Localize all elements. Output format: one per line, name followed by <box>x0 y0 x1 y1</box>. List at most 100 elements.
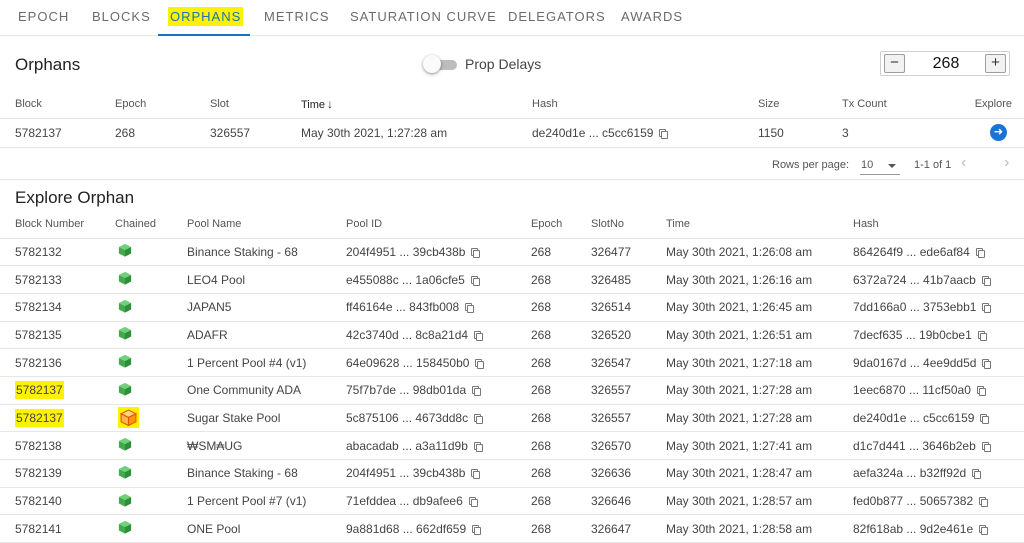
cell-chained <box>115 431 187 460</box>
explore-row[interactable]: 5782136 1 Percent Pool #4 (v1) 64e09628 ..… <box>0 348 1024 377</box>
block-number-text[interactable]: 5782139 <box>15 466 62 480</box>
cell-slotno: 326570 <box>591 431 666 460</box>
arrow-right-circle-icon[interactable]: ➜ <box>990 124 1007 141</box>
explore-row[interactable]: 5782134 JAPAN5 ff46164e ... 843fb008 268 326… <box>0 293 1024 322</box>
col-block-number[interactable]: Block Number <box>0 210 115 239</box>
cell-hash: 9da0167d ... 4ee9dd5d <box>853 348 1024 377</box>
explore-row[interactable]: 5782133 LEO4 Pool e455088c ... 1a06cfe5 268… <box>0 265 1024 294</box>
cell-slot: 326557 <box>210 118 301 148</box>
block-number-text[interactable]: 5782136 <box>15 356 62 370</box>
explore-row[interactable]: 5782140 1 Percent Pool #7 (v1) 71efddea ..… <box>0 487 1024 516</box>
block-number-text[interactable]: 5782140 <box>15 494 62 508</box>
block-number-text[interactable]: 5782137 <box>15 381 64 400</box>
hash-text: 6372a724 ... 41b7aacb <box>853 272 976 287</box>
cell-hash: 6372a724 ... 41b7aacb <box>853 265 1024 294</box>
cell-block-number: 5782140 <box>0 487 115 516</box>
copy-icon[interactable] <box>470 275 480 286</box>
col-size[interactable]: Size <box>758 90 842 119</box>
copy-icon[interactable] <box>472 386 482 397</box>
block-number-text[interactable]: 5782141 <box>15 522 62 536</box>
pagination: Rows per page: 10 1-1 of 1 ‹ › <box>0 150 1024 180</box>
cell-slotno: 326477 <box>591 238 666 267</box>
cell-epoch: 268 <box>531 487 591 516</box>
col-slotno[interactable]: SlotNo <box>591 210 666 239</box>
copy-icon[interactable] <box>471 247 481 258</box>
col-tx-count[interactable]: Tx Count <box>842 90 962 119</box>
explore-row[interactable]: 5782141 ONE Pool 9a881d68 ... 662df659 268 3… <box>0 514 1024 543</box>
copy-icon[interactable] <box>473 441 483 452</box>
explore-row[interactable]: 5782135 ADAFR 42c3740d ... 8c8a21d4 268 3265… <box>0 321 1024 350</box>
col-time[interactable]: Time <box>666 210 853 239</box>
tab-awards[interactable]: AWARDS <box>621 0 683 36</box>
caret-down-icon <box>888 164 896 168</box>
rows-per-page-select[interactable]: 10 <box>860 155 900 175</box>
col-time[interactable]: Time ↓ <box>301 90 532 119</box>
copy-icon[interactable] <box>982 303 992 314</box>
col-hash[interactable]: Hash <box>532 90 758 119</box>
copy-icon[interactable] <box>465 303 475 314</box>
block-number-text[interactable]: 5782133 <box>15 273 62 287</box>
chevron-right-icon[interactable]: › <box>1004 154 1009 172</box>
copy-icon[interactable] <box>979 497 989 508</box>
explore-orphan-title: Explore Orphan <box>15 188 135 207</box>
copy-icon[interactable] <box>981 275 991 286</box>
col-pool-id[interactable]: Pool ID <box>346 210 531 239</box>
cell-pool-id: 204f4951 ... 39cb438b <box>346 238 531 267</box>
block-number-text[interactable]: 5782137 <box>15 408 64 427</box>
explore-row[interactable]: 5782132 Binance Staking - 68 204f4951 ... … <box>0 238 1024 267</box>
copy-icon[interactable] <box>976 386 986 397</box>
copy-icon[interactable] <box>475 358 485 369</box>
col-pool-name[interactable]: Pool Name <box>187 210 346 239</box>
copy-icon[interactable] <box>972 469 982 480</box>
block-number-text[interactable]: 5782132 <box>15 245 62 259</box>
explore-row[interactable]: 5782137 One Community ADA 75f7b7de ... 98d… <box>0 376 1024 405</box>
copy-icon[interactable] <box>981 441 991 452</box>
copy-icon[interactable] <box>472 524 482 535</box>
tab-blocks[interactable]: BLOCKS <box>92 0 151 36</box>
cell-hash: 864264f9 ... ede6af84 <box>853 238 1024 267</box>
tab-metrics[interactable]: METRICS <box>264 0 330 36</box>
copy-icon[interactable] <box>659 128 669 139</box>
increment-button[interactable]: + <box>985 54 1006 73</box>
tab-saturation-curve[interactable]: SATURATION CURVE <box>350 0 497 36</box>
explore-row[interactable]: 5782139 Binance Staking - 68 204f4951 ... … <box>0 459 1024 488</box>
sort-down-icon: ↓ <box>327 96 334 111</box>
copy-icon[interactable] <box>982 358 992 369</box>
cell-hash: 7decf635 ... 19b0cbe1 <box>853 321 1024 350</box>
cell-pool-id: 71efddea ... db9afee6 <box>346 487 531 516</box>
prop-delays-label: Prop Delays <box>465 56 542 72</box>
cell-pool-id: ff46164e ... 843fb008 <box>346 293 531 322</box>
copy-icon[interactable] <box>474 413 484 424</box>
chevron-left-icon[interactable]: ‹ <box>961 154 966 172</box>
tab-orphans[interactable]: ORPHANS <box>168 0 244 36</box>
pool-id-text: 9a881d68 ... 662df659 <box>346 521 467 536</box>
cell-epoch: 268 <box>531 265 591 294</box>
col-epoch[interactable]: Epoch <box>115 90 210 119</box>
col-block[interactable]: Block <box>0 90 115 119</box>
block-number-text[interactable]: 5782134 <box>15 300 62 314</box>
col-epoch[interactable]: Epoch <box>531 210 591 239</box>
chained-cube-icon <box>118 382 132 399</box>
cell-block-number: 5782132 <box>0 238 115 267</box>
epoch-input[interactable] <box>909 52 983 75</box>
explore-row[interactable]: 5782138 ₩SM₳UG abacadab ... a3a11d9b 268 326… <box>0 431 1024 460</box>
block-number-text[interactable]: 5782138 <box>15 439 62 453</box>
cell-pool-name: ONE Pool <box>187 514 346 543</box>
col-slot[interactable]: Slot <box>210 90 301 119</box>
copy-icon[interactable] <box>975 247 985 258</box>
explore-row[interactable]: 5782137 Sugar Stake Pool 5c875106 ... 4673… <box>0 404 1024 433</box>
copy-icon[interactable] <box>471 469 481 480</box>
decrement-button[interactable]: − <box>884 54 905 73</box>
copy-icon[interactable] <box>977 330 987 341</box>
tab-delegators[interactable]: DELEGATORS <box>508 0 606 36</box>
orphans-header-row: Block Epoch Slot Time ↓ Hash Size Tx Coun… <box>0 90 1024 119</box>
block-number-text[interactable]: 5782135 <box>15 328 62 342</box>
copy-icon[interactable] <box>979 524 989 535</box>
prop-delays-toggle[interactable] <box>423 54 461 74</box>
copy-icon[interactable] <box>980 413 990 424</box>
col-hash[interactable]: Hash <box>853 210 1024 239</box>
col-chained[interactable]: Chained <box>115 210 187 239</box>
copy-icon[interactable] <box>468 497 478 508</box>
tab-epoch[interactable]: EPOCH <box>18 0 69 36</box>
copy-icon[interactable] <box>474 330 484 341</box>
